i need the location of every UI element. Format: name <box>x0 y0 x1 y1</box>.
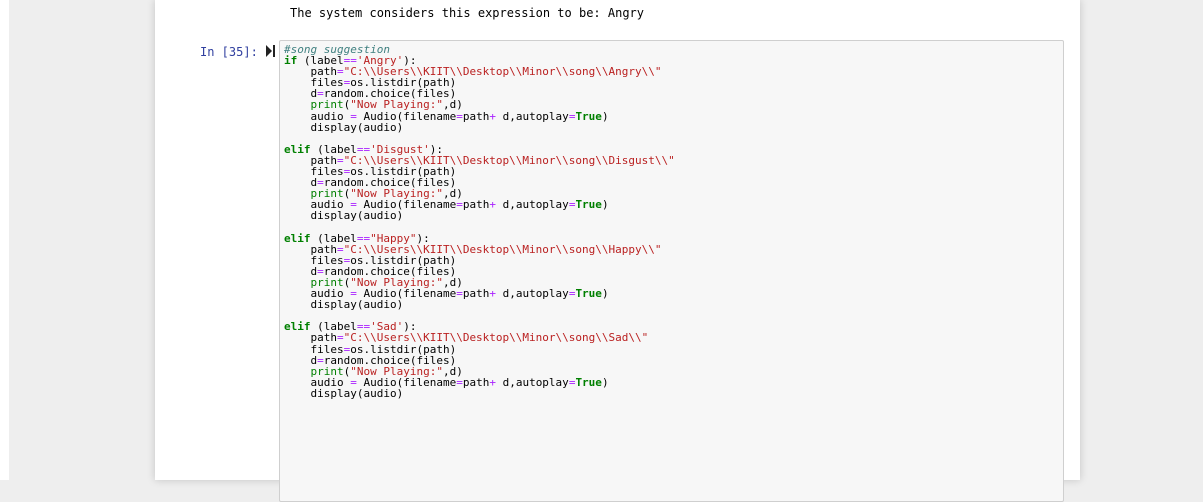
cell-output-text: The system considers this expression to … <box>290 6 645 20</box>
code-token: path <box>462 109 490 123</box>
code-token: path <box>462 198 490 212</box>
code-token: d,autoplay <box>495 109 569 123</box>
code-token: + <box>489 375 496 389</box>
code-token: d,autoplay <box>495 375 569 389</box>
code-token: True <box>575 198 602 212</box>
code-cell-input[interactable]: #song suggestion if (label=='Angry'): pat… <box>279 40 1064 502</box>
code-token: + <box>489 287 496 301</box>
notebook-container: The system considers this expression to … <box>155 0 1080 502</box>
code-token: display(audio) <box>284 209 404 223</box>
code-token: path <box>462 287 490 301</box>
code-token: ) <box>601 109 609 123</box>
code-token: d,autoplay <box>495 198 569 212</box>
left-gutter <box>0 0 9 480</box>
run-step-icon[interactable] <box>266 45 276 57</box>
code-token: = <box>456 198 463 212</box>
code-line: display(audio) <box>284 299 675 310</box>
code-token: display(audio) <box>284 120 404 134</box>
code-token: ) <box>601 375 609 389</box>
code-token: = <box>456 375 463 389</box>
code-token: = <box>456 109 463 123</box>
code-token: display(audio) <box>284 298 404 312</box>
code-token: True <box>575 287 602 301</box>
code-token: + <box>489 198 496 212</box>
code-token: d,autoplay <box>495 287 569 301</box>
code-token: ) <box>601 198 609 212</box>
code-editor[interactable]: #song suggestion if (label=='Angry'): pat… <box>284 44 675 399</box>
input-prompt: In [35]: <box>200 45 258 59</box>
code-token: True <box>575 375 602 389</box>
code-line: display(audio) <box>284 210 675 221</box>
code-token: True <box>575 109 602 123</box>
code-line: display(audio) <box>284 122 675 133</box>
code-token: ) <box>601 287 609 301</box>
code-token: + <box>489 109 496 123</box>
code-token: path <box>462 375 490 389</box>
code-token: = <box>456 287 463 301</box>
code-line: display(audio) <box>284 388 675 399</box>
code-token: display(audio) <box>284 386 404 400</box>
